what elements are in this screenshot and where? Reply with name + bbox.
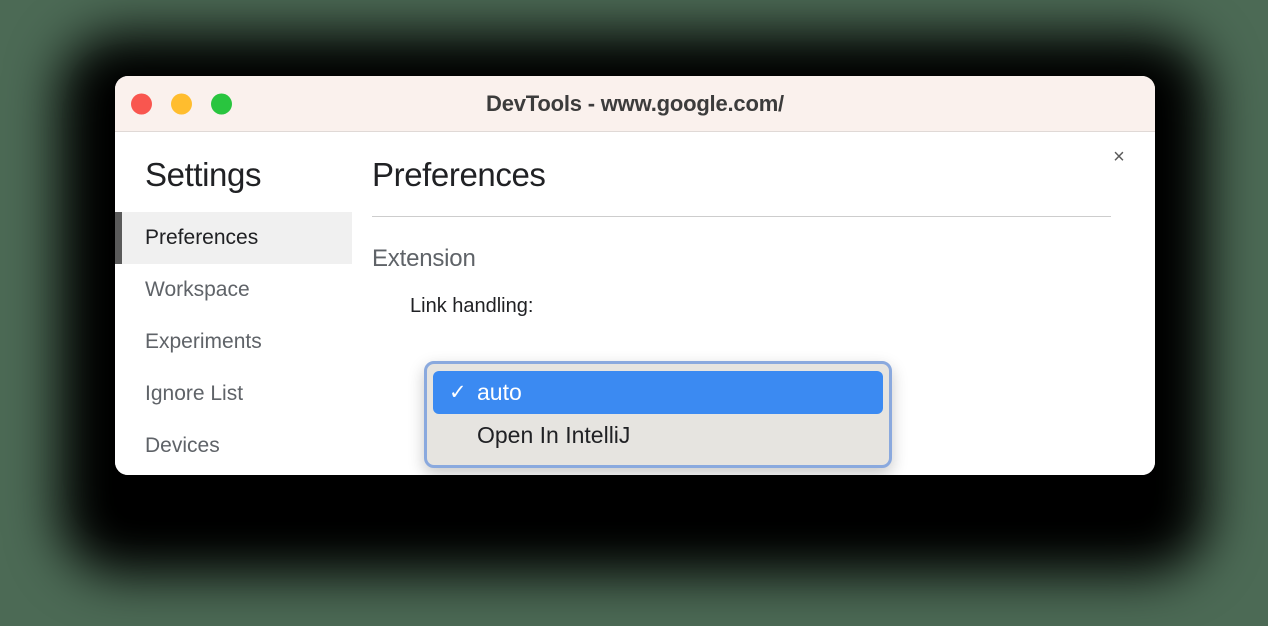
sidebar-item-label: Workspace [145,278,250,301]
link-handling-field: Link handling: [372,295,1123,318]
sidebar-item-devices[interactable]: Devices [115,420,352,472]
sidebar-item-label: Ignore List [145,382,244,405]
dropdown-option-label: auto [477,379,522,405]
title-divider [372,216,1111,217]
dropdown-option-label: Open In IntelliJ [477,422,631,448]
sidebar-item-workspace[interactable]: Workspace [115,264,352,316]
dropdown-option-open-in-intellij[interactable]: Open In IntelliJ [433,414,883,457]
sidebar-item-label: Experiments [145,330,262,353]
sidebar-item-preferences[interactable]: Preferences [115,212,352,264]
screen-background: DevTools - www.google.com/ × Settings Pr… [0,0,1268,626]
sidebar-item-label: Preferences [145,226,259,249]
sidebar-item-ignore-list[interactable]: Ignore List [115,368,352,420]
settings-sidebar: Settings Preferences Workspace Experimen… [115,132,352,475]
page-title: Preferences [372,156,546,193]
dropdown-option-auto[interactable]: ✓ auto [433,371,883,414]
checkmark-icon: ✓ [449,381,467,404]
sidebar-title: Settings [145,156,262,193]
sidebar-item-label: Devices [145,434,220,457]
window-title: DevTools - www.google.com/ [486,90,784,116]
section-title-extension: Extension [372,245,476,272]
window-titlebar: DevTools - www.google.com/ [115,76,1155,132]
link-handling-label: Link handling: [410,295,534,317]
link-handling-dropdown-menu[interactable]: ✓ auto Open In IntelliJ [424,361,892,468]
sidebar-item-experiments[interactable]: Experiments [115,316,352,368]
